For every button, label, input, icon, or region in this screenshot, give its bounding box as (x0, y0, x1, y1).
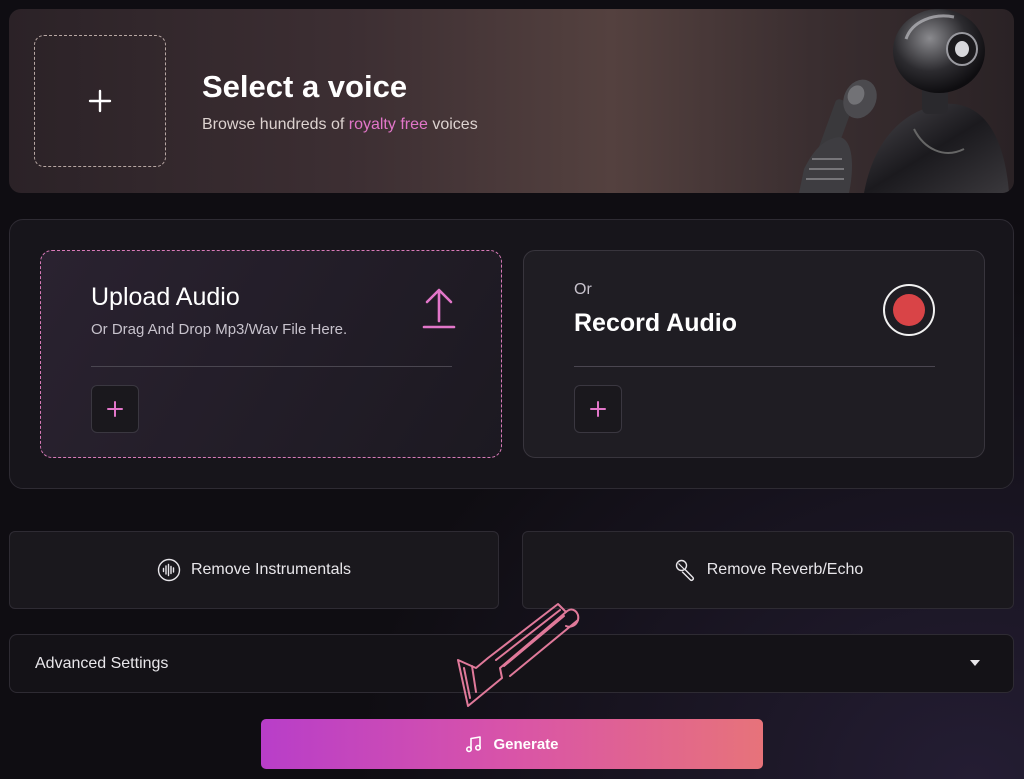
upload-icon[interactable] (422, 287, 456, 329)
voice-selector-banner[interactable]: Select a voice Browse hundreds of royalt… (9, 9, 1014, 193)
plus-icon (88, 89, 112, 113)
music-note-icon (466, 736, 482, 753)
record-divider (574, 366, 935, 367)
microphone-icon (675, 559, 694, 581)
upload-divider (91, 366, 452, 367)
plus-icon (590, 401, 606, 417)
voice-title: Select a voice (202, 69, 408, 104)
record-add-button[interactable] (574, 385, 622, 433)
record-audio-title: Record Audio (574, 309, 737, 337)
voice-subtitle-suffix: voices (427, 116, 478, 133)
upload-audio-subtitle: Or Drag And Drop Mp3/Wav File Here. (91, 321, 348, 338)
remove-reverb-label: Remove Reverb/Echo (706, 561, 864, 578)
upload-audio-title: Upload Audio (91, 283, 240, 311)
record-or-label: Or (574, 281, 592, 298)
record-button[interactable] (883, 284, 935, 336)
advanced-settings-label: Advanced Settings (35, 655, 169, 672)
voice-subtitle: Browse hundreds of royalty free voices (202, 116, 478, 134)
remove-instrumentals-button[interactable]: Remove Instrumentals (9, 531, 499, 609)
generate-label: Generate (493, 735, 559, 753)
record-audio-card[interactable]: Or Record Audio (523, 250, 985, 458)
audio-input-panel: Upload Audio Or Drag And Drop Mp3/Wav Fi… (9, 219, 1014, 489)
select-voice-button[interactable] (34, 35, 166, 167)
robot-singer-illustration (799, 9, 1009, 193)
upload-audio-dropzone[interactable]: Upload Audio Or Drag And Drop Mp3/Wav Fi… (40, 250, 502, 458)
royalty-free-link[interactable]: royalty free (349, 116, 428, 133)
generate-button[interactable]: Generate (261, 719, 763, 769)
remove-reverb-button[interactable]: Remove Reverb/Echo (522, 531, 1014, 609)
waveform-icon (157, 558, 181, 582)
advanced-settings-dropdown[interactable]: Advanced Settings (9, 634, 1014, 693)
voice-subtitle-prefix: Browse hundreds of (202, 116, 349, 133)
record-dot-icon (893, 294, 925, 326)
plus-icon (107, 401, 123, 417)
caret-down-icon (970, 660, 980, 666)
remove-instrumentals-label: Remove Instrumentals (190, 561, 352, 578)
upload-add-button[interactable] (91, 385, 139, 433)
